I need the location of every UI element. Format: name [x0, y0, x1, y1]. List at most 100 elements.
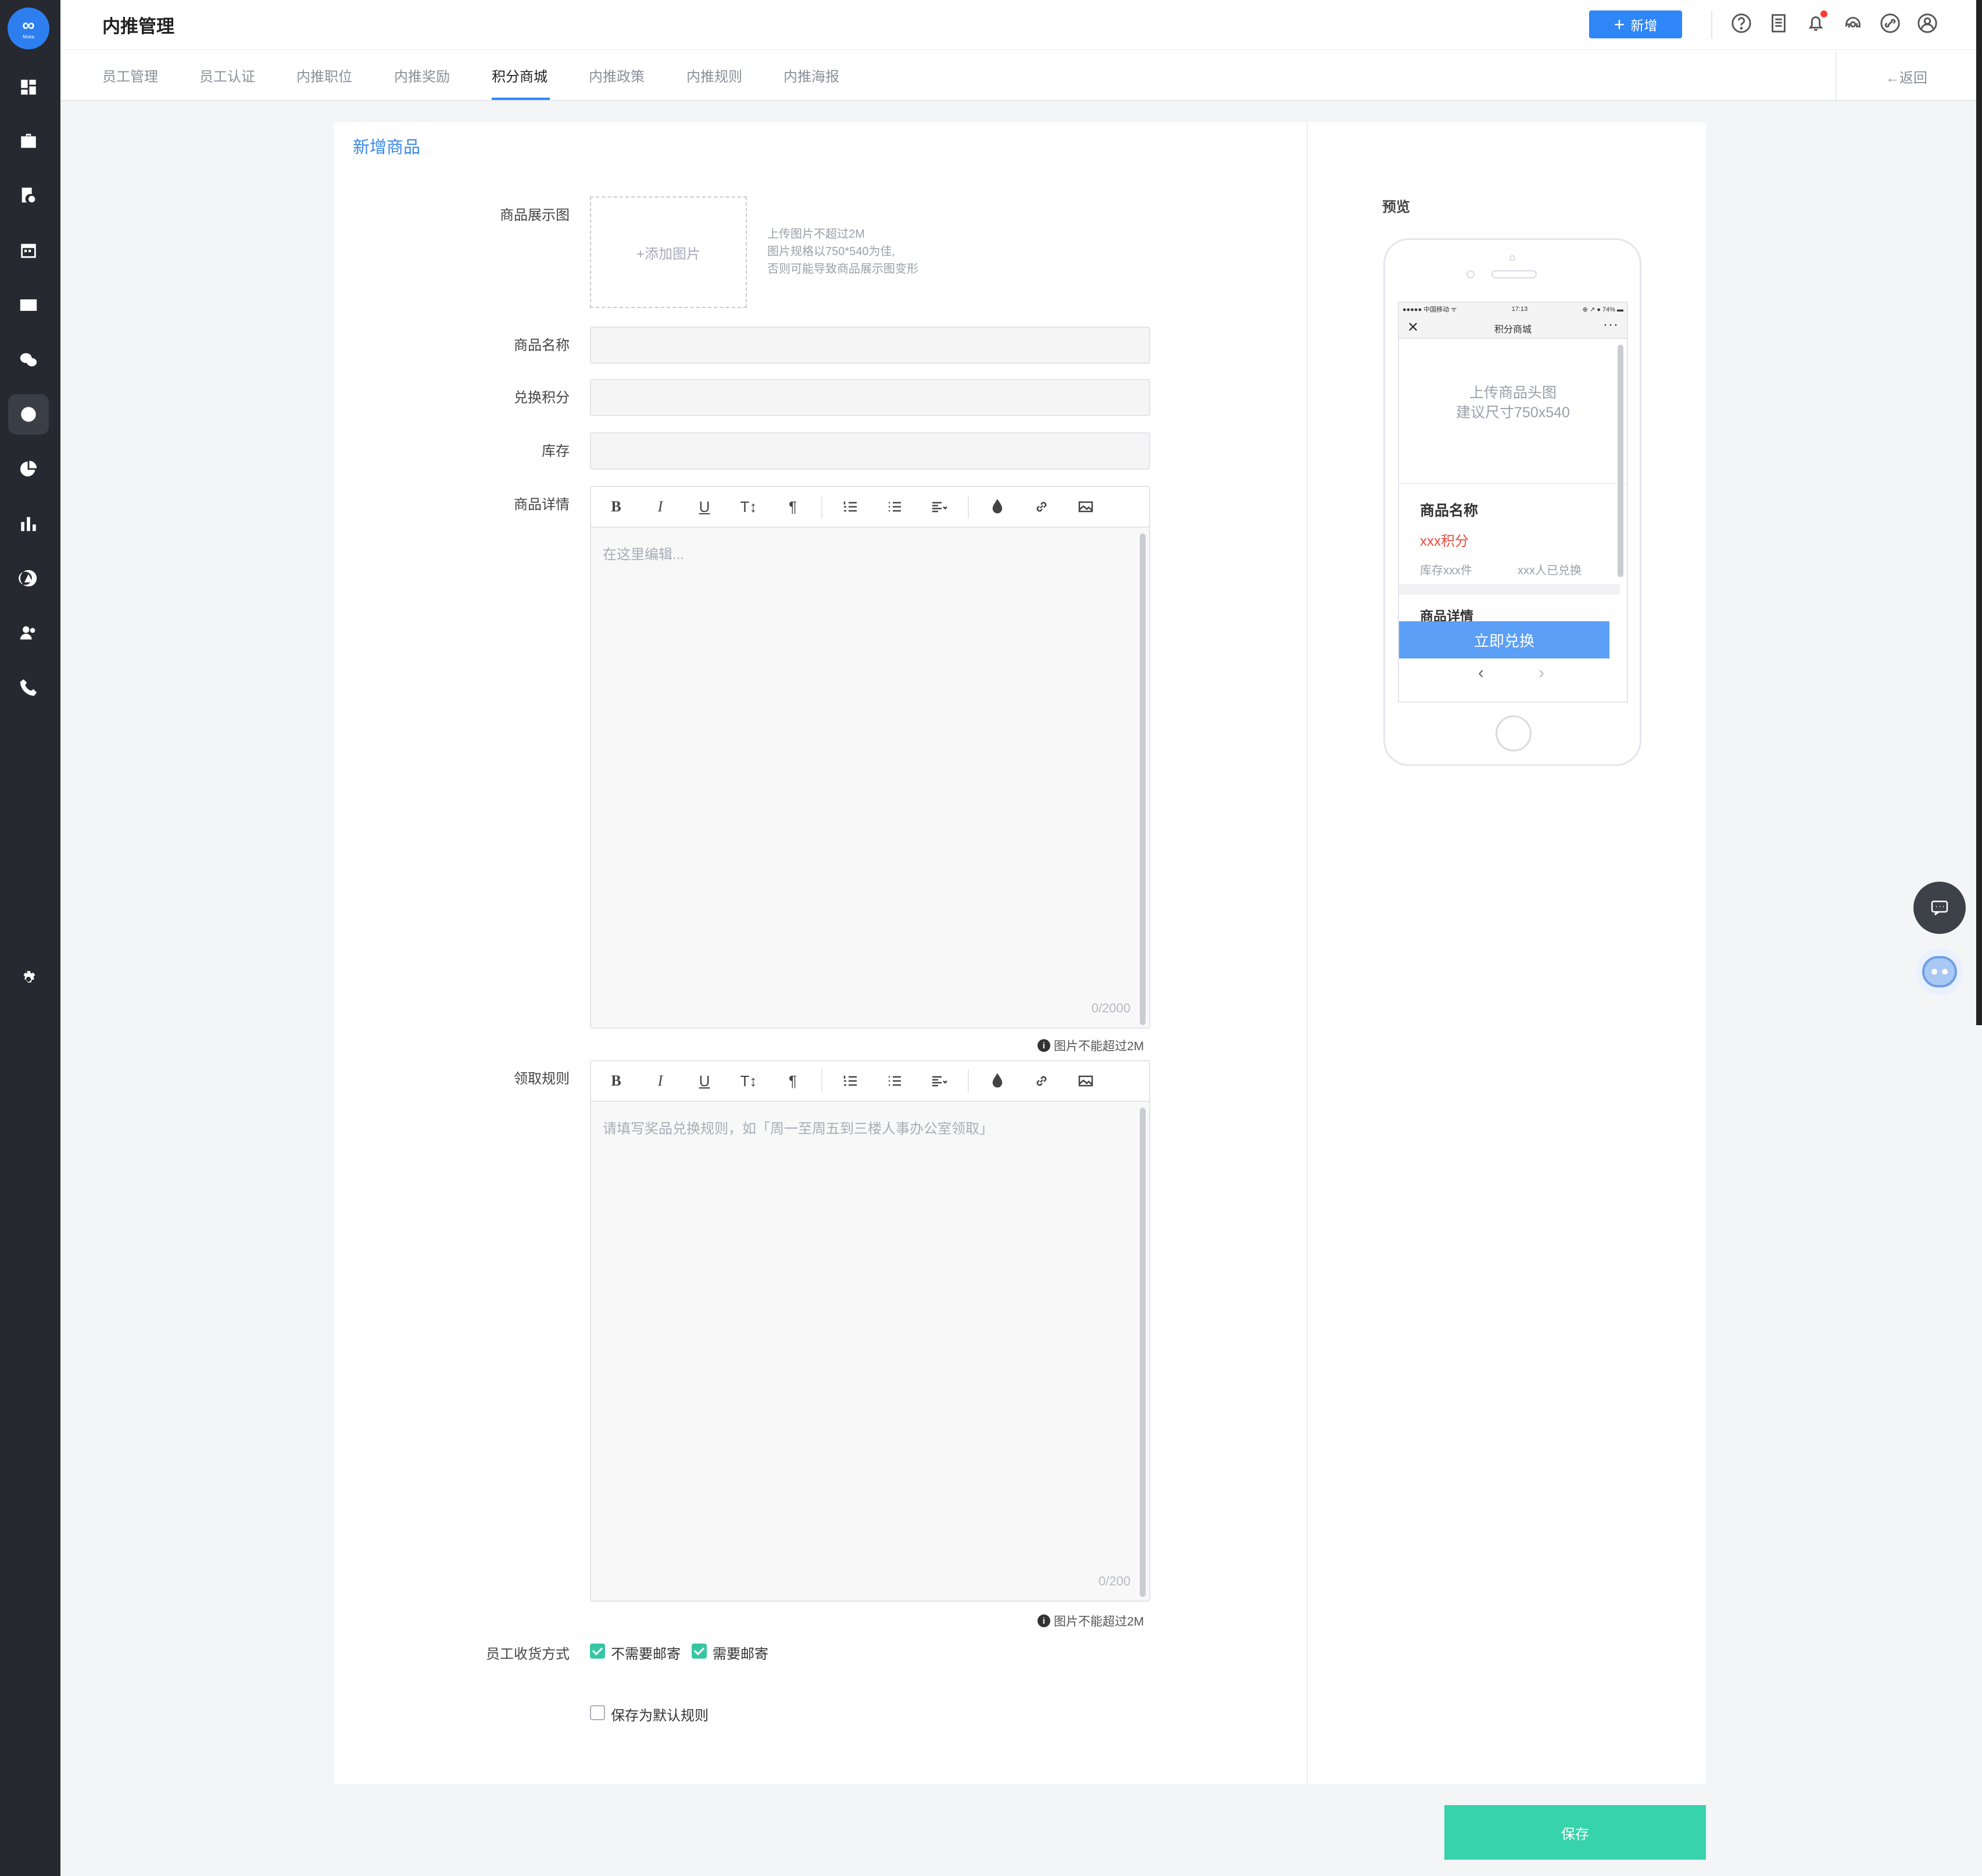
back-link[interactable]: ←返回	[1886, 66, 1927, 87]
stock-input[interactable]	[590, 432, 1150, 470]
mail-label[interactable]: 需要邮寄	[713, 1642, 768, 1663]
paragraph-button[interactable]: ¶	[777, 495, 808, 518]
active-tab-indicator	[492, 98, 550, 100]
image-label: 商品展示图	[500, 207, 570, 223]
font-size-button[interactable]: T↕	[733, 495, 764, 518]
align-icon[interactable]	[924, 1069, 955, 1093]
preview-scrollbar	[1618, 345, 1623, 577]
toolbar-divider	[821, 495, 822, 518]
phone-status-bar: ●●●●● 中国移动 ᯤ 17:13 ⊕ ↗ ● 74% ▬	[1399, 303, 1627, 316]
save-button[interactable]: 保存	[1444, 1805, 1706, 1860]
notification-dot	[1820, 10, 1827, 17]
link-icon[interactable]	[1026, 495, 1057, 518]
detail-scrollbar[interactable]	[1140, 534, 1146, 1025]
paragraph-button[interactable]: ¶	[777, 1069, 808, 1093]
preview-gap	[1399, 584, 1620, 595]
product-form-card: 新增商品 商品展示图 +添加图片 上传图片不超过2M 图片规格以750*540为…	[334, 122, 1706, 1784]
image-icon[interactable]	[1070, 495, 1101, 518]
bar-chart-icon[interactable]	[8, 503, 49, 544]
save-default-checkbox[interactable]	[590, 1705, 605, 1720]
tab-referral-posters[interactable]: 内推海报	[784, 65, 839, 85]
tab-points-mall[interactable]: 积分商城	[492, 65, 548, 85]
underline-button[interactable]: U	[689, 1069, 720, 1093]
phone-camera	[1509, 255, 1515, 261]
color-icon[interactable]	[982, 495, 1013, 518]
mail-checkbox[interactable]	[692, 1644, 707, 1659]
link-icon[interactable]	[1877, 10, 1903, 36]
bold-button[interactable]: B	[600, 1069, 632, 1093]
phone-icon[interactable]	[8, 667, 49, 708]
user-circle-icon[interactable]	[8, 558, 49, 599]
name-label: 商品名称	[514, 338, 570, 353]
status-time: 17:13	[1511, 306, 1528, 313]
chevron-left-icon: ‹	[1478, 663, 1484, 682]
italic-button[interactable]: I	[645, 495, 676, 518]
detail-editor[interactable]: B I U T↕ ¶ 在这里编辑... 0/2000	[590, 486, 1150, 1029]
pie-chart-icon[interactable]	[8, 449, 49, 489]
preview-stock: 库存xxx件	[1420, 564, 1472, 577]
unordered-list-icon[interactable]	[879, 1069, 911, 1093]
link-icon[interactable]	[1026, 1069, 1057, 1093]
help-icon[interactable]	[1729, 10, 1754, 36]
unordered-list-icon[interactable]	[879, 495, 911, 518]
stock-label: 库存	[542, 443, 570, 459]
dashboard-icon[interactable]	[8, 67, 49, 108]
add-button[interactable]: + 新增	[1589, 10, 1682, 38]
tab-referral-rewards[interactable]: 内推奖励	[394, 65, 450, 85]
product-image-placeholder: 上传商品头图 建议尺寸750x540	[1399, 339, 1627, 484]
briefcase-icon[interactable]	[8, 121, 49, 162]
no-mail-label[interactable]: 不需要邮寄	[611, 1642, 681, 1663]
rules-editor[interactable]: B I U T↕ ¶ 请填写奖品兑换规则，如「周一至周五到三楼人事办公室领取」 …	[590, 1060, 1150, 1602]
tab-referral-policy[interactable]: 内推政策	[589, 65, 645, 85]
assistant-bot-icon[interactable]	[1916, 948, 1963, 995]
app-logo[interactable]: ∞ Moka	[8, 8, 49, 49]
underline-button[interactable]: U	[689, 495, 720, 518]
users-icon[interactable]	[8, 613, 49, 653]
rules-scrollbar[interactable]	[1140, 1108, 1146, 1597]
user-icon[interactable]	[1915, 10, 1940, 36]
image-upload[interactable]: +添加图片	[590, 196, 747, 308]
points-input[interactable]	[590, 379, 1150, 416]
chat-icon[interactable]	[1913, 882, 1966, 934]
font-size-button[interactable]: T↕	[733, 1069, 764, 1093]
rules-toolbar: B I U T↕ ¶	[591, 1061, 1149, 1102]
save-default-label[interactable]: 保存为默认规则	[611, 1704, 709, 1724]
toolbar-divider	[968, 495, 969, 518]
ordered-list-icon[interactable]	[835, 495, 867, 518]
no-mail-checkbox[interactable]	[590, 1644, 605, 1659]
detail-label: 商品详情	[514, 497, 570, 513]
bell-icon[interactable]	[1803, 10, 1829, 36]
rules-image-hint-text: 图片不能超过2M	[1054, 1615, 1144, 1628]
product-name-input[interactable]	[590, 327, 1150, 364]
tab-referral-positions[interactable]: 内推职位	[296, 65, 352, 85]
align-icon[interactable]	[924, 495, 955, 518]
detail-toolbar: B I U T↕ ¶	[591, 487, 1149, 528]
more-icon: ···	[1603, 317, 1619, 332]
battery: ⊕ ↗ ● 74% ▬	[1582, 306, 1623, 313]
wechat-icon[interactable]	[8, 339, 49, 380]
upload-hint-line: 图片规格以750*540为佳,	[767, 245, 896, 258]
settings-icon[interactable]	[8, 959, 49, 1000]
tab-employee-management[interactable]: 员工管理	[102, 65, 158, 85]
toolbar-divider	[968, 1069, 969, 1093]
upload-hint-line: 上传图片不超过2M	[767, 228, 865, 241]
bold-button[interactable]: B	[600, 495, 632, 518]
preview-exchange-button: 立即兑换	[1399, 621, 1609, 658]
tabs-divider	[1836, 50, 1837, 100]
phone-sensor	[1466, 270, 1475, 278]
ordered-list-icon[interactable]	[835, 1069, 867, 1093]
tab-employee-verification[interactable]: 员工认证	[199, 65, 255, 85]
document-icon[interactable]	[1766, 10, 1791, 36]
italic-button[interactable]: I	[645, 1069, 676, 1093]
tab-bar: 员工管理 员工认证 内推职位 内推奖励 积分商城 内推政策 内推规则 内推海报 …	[60, 50, 1982, 101]
image-icon[interactable]	[1070, 1069, 1101, 1093]
points-icon[interactable]	[8, 394, 49, 435]
color-icon[interactable]	[982, 1069, 1013, 1093]
support-icon[interactable]	[1840, 10, 1866, 36]
calendar-icon[interactable]	[8, 230, 49, 271]
info-icon: i	[1037, 1614, 1050, 1627]
id-card-icon[interactable]	[8, 285, 49, 325]
document-search-icon[interactable]	[8, 176, 49, 216]
points-label: 兑换积分	[514, 390, 570, 406]
tab-referral-rules[interactable]: 内推规则	[686, 65, 742, 85]
